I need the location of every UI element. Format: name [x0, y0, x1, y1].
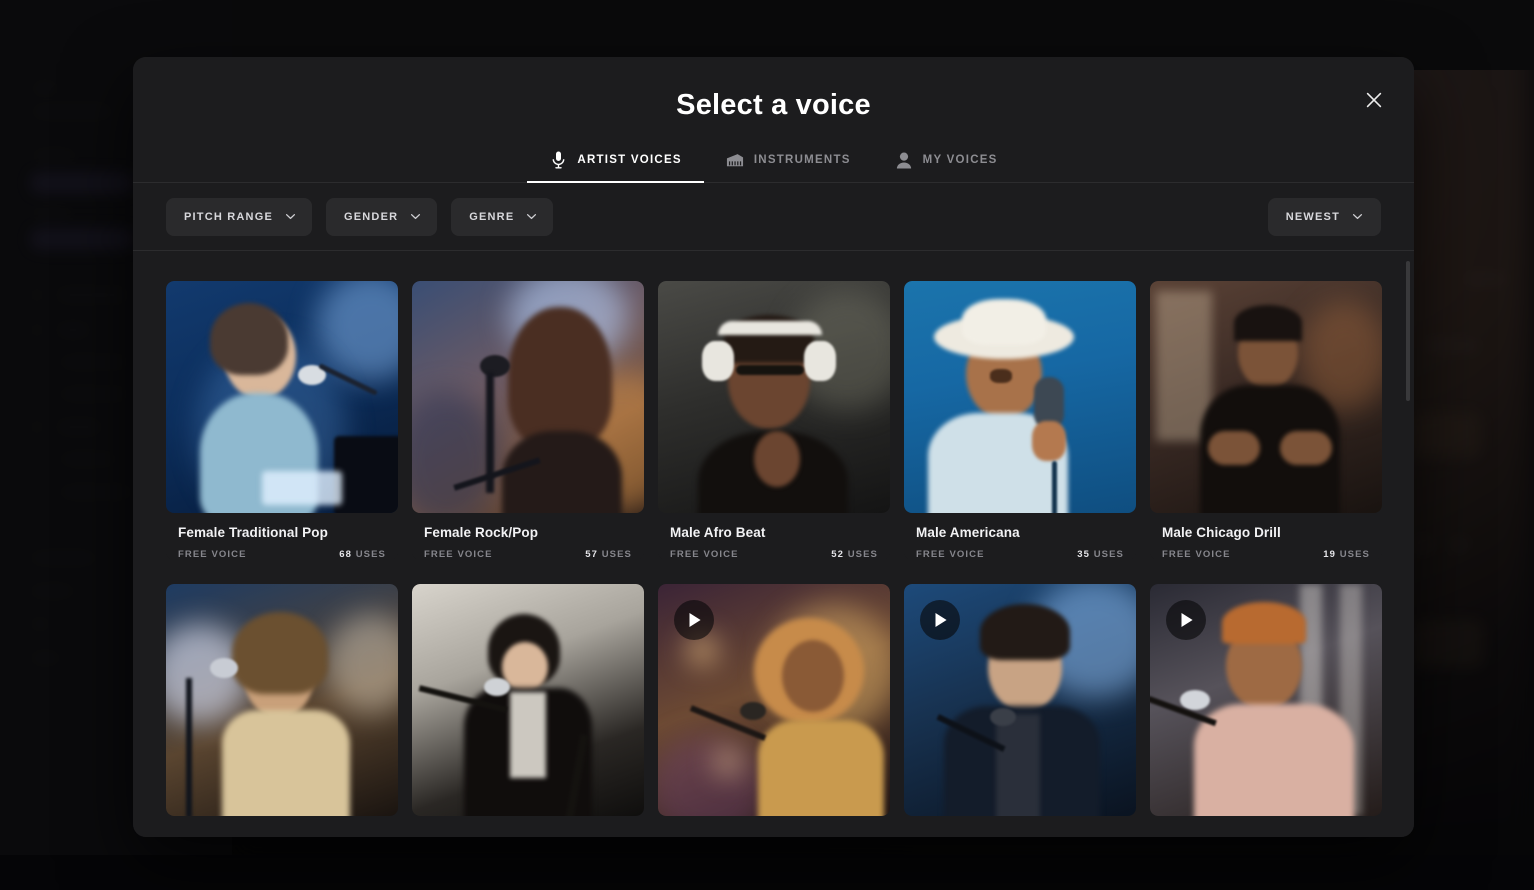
tab-bar: ARTIST VOICES INSTRUMEN [133, 139, 1414, 183]
tab-my-voices[interactable]: MY VOICES [873, 139, 1020, 183]
modal-header: Select a voice ARTIST VOICES [133, 57, 1414, 183]
voice-grid: Female Traditional Pop FREE VOICE 68 USE… [133, 251, 1414, 816]
voice-thumbnail [904, 281, 1136, 513]
chevron-down-icon [526, 211, 537, 222]
voice-uses-label: USES [1094, 549, 1124, 560]
voice-card[interactable]: Female Rock/Pop FREE VOICE 57 USES [412, 281, 644, 560]
piano-icon [726, 150, 744, 170]
close-icon [1366, 92, 1382, 108]
voice-meta: Male Chicago Drill FREE VOICE 19 USES [1150, 513, 1382, 560]
voice-uses: 52 USES [831, 549, 878, 560]
voice-tier-badge: FREE VOICE [1162, 549, 1231, 560]
person-icon [895, 150, 913, 170]
voice-uses-count: 35 [1077, 549, 1090, 560]
voice-meta: Male Afro Beat FREE VOICE 52 USES [658, 513, 890, 560]
filter-pitch-range[interactable]: PITCH RANGE [166, 198, 312, 236]
chevron-down-icon [285, 211, 296, 222]
chevron-down-icon [410, 211, 421, 222]
tab-label: ARTIST VOICES [577, 154, 681, 166]
play-button[interactable] [920, 600, 960, 640]
voice-thumbnail [1150, 281, 1382, 513]
play-icon [932, 612, 948, 628]
tab-label: MY VOICES [923, 154, 998, 166]
play-icon [686, 612, 702, 628]
filter-bar: PITCH RANGE GENDER GENRE NEWEST [133, 183, 1414, 251]
voice-name: Male Afro Beat [670, 525, 878, 540]
voice-name: Female Rock/Pop [424, 525, 632, 540]
play-button[interactable] [1166, 600, 1206, 640]
voice-tier-badge: FREE VOICE [916, 549, 985, 560]
filter-genre[interactable]: GENRE [451, 198, 553, 236]
voice-name: Female Traditional Pop [178, 525, 386, 540]
filter-gender[interactable]: GENDER [326, 198, 437, 236]
voice-card[interactable] [658, 584, 890, 816]
voice-meta: Female Rock/Pop FREE VOICE 57 USES [412, 513, 644, 560]
voice-tier-badge: FREE VOICE [424, 549, 493, 560]
voice-uses-label: USES [848, 549, 878, 560]
voice-uses: 57 USES [585, 549, 632, 560]
voice-card[interactable] [412, 584, 644, 816]
microphone-icon [549, 150, 567, 170]
voice-card[interactable]: Male Americana FREE VOICE 35 USES [904, 281, 1136, 560]
play-button[interactable] [674, 600, 714, 640]
voice-tier-badge: FREE VOICE [670, 549, 739, 560]
voice-uses-count: 19 [1323, 549, 1336, 560]
voice-thumbnail [412, 584, 644, 816]
voice-card[interactable]: Male Afro Beat FREE VOICE 52 USES [658, 281, 890, 560]
play-icon [1178, 612, 1194, 628]
voice-meta: Female Traditional Pop FREE VOICE 68 USE… [166, 513, 398, 560]
voice-uses: 35 USES [1077, 549, 1124, 560]
voice-uses-count: 68 [339, 549, 352, 560]
voice-uses-label: USES [356, 549, 386, 560]
voice-uses-count: 57 [585, 549, 598, 560]
voice-meta: Male Americana FREE VOICE 35 USES [904, 513, 1136, 560]
grid-scrollbar-track[interactable] [1405, 251, 1410, 837]
voice-thumbnail [412, 281, 644, 513]
voice-thumbnail [166, 584, 398, 816]
voice-card[interactable]: Male Chicago Drill FREE VOICE 19 USES [1150, 281, 1382, 560]
voice-uses-count: 52 [831, 549, 844, 560]
sort-dropdown[interactable]: NEWEST [1268, 198, 1381, 236]
voice-card[interactable]: Female Traditional Pop FREE VOICE 68 USE… [166, 281, 398, 560]
filter-label: GENDER [344, 211, 398, 223]
grid-scrollbar-thumb[interactable] [1406, 261, 1410, 401]
sort-label: NEWEST [1286, 211, 1340, 223]
voice-uses-label: USES [602, 549, 632, 560]
voice-uses: 68 USES [339, 549, 386, 560]
voice-card[interactable] [904, 584, 1136, 816]
voice-thumbnail [658, 281, 890, 513]
filter-label: PITCH RANGE [184, 211, 273, 223]
voice-tier-badge: FREE VOICE [178, 549, 247, 560]
filter-label: GENRE [469, 211, 514, 223]
tab-label: INSTRUMENTS [754, 154, 851, 166]
voice-name: Male Chicago Drill [1162, 525, 1370, 540]
chevron-down-icon [1352, 211, 1363, 222]
voice-name: Male Americana [916, 525, 1124, 540]
voice-grid-scroll[interactable]: Female Traditional Pop FREE VOICE 68 USE… [133, 251, 1414, 837]
select-voice-modal: Select a voice ARTIST VOICES [133, 57, 1414, 837]
close-button[interactable] [1359, 85, 1389, 115]
page-title: Select a voice [133, 89, 1414, 122]
voice-card[interactable] [1150, 584, 1382, 816]
tab-artist-voices[interactable]: ARTIST VOICES [527, 139, 703, 183]
voice-uses-label: USES [1340, 549, 1370, 560]
voice-uses: 19 USES [1323, 549, 1370, 560]
tab-instruments[interactable]: INSTRUMENTS [704, 139, 873, 183]
voice-card[interactable] [166, 584, 398, 816]
voice-thumbnail [166, 281, 398, 513]
